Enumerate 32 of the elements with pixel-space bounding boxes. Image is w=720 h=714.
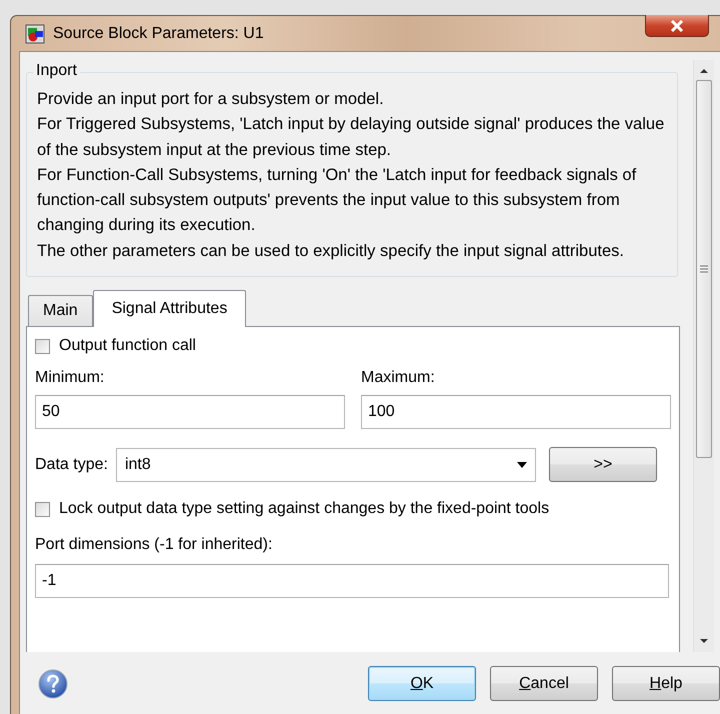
field-label: Minimum: [35, 369, 106, 388]
dialog-button[interactable]: Help [612, 666, 720, 701]
field-label: Port dimensions (-1 for inherited): [35, 536, 274, 554]
description-text: The other parameters can be used to explicitly specify the input signal attributes. [37, 240, 625, 262]
caret-icon [516, 462, 527, 468]
scrollbar[interactable] [693, 60, 714, 652]
tab[interactable]: Signal Attributes [92, 290, 246, 328]
help-icon[interactable] [38, 668, 68, 698]
group-title: Inport [33, 62, 80, 80]
field-label: Data type: [35, 456, 108, 474]
description-text: For Function-Call Subsystems, turning 'On' the 'Latch input for feedback signals of function-call subsystem outputs' prevents the input value to this subsystem from changing during its execution. [37, 164, 638, 236]
checkbox[interactable] [35, 502, 50, 517]
description-text: For Triggered Subsystems, 'Latch input by delaying outside signal' produces the value of the subsystem input at the previous time step. [37, 114, 666, 161]
scroll-thumb[interactable] [696, 80, 712, 458]
description-text: Provide an input port for a subsystem or model. [37, 89, 385, 110]
dropdown-value: int8 [124, 456, 151, 474]
maximum-field[interactable]: 100 [361, 395, 671, 430]
dialog-button[interactable]: Cancel [490, 666, 598, 701]
tab[interactable]: Main [28, 295, 93, 326]
close-icon [670, 20, 684, 32]
port-dimensions-field[interactable]: -1 [35, 564, 669, 598]
block-parameters-icon [25, 24, 45, 44]
minimum-field[interactable]: 50 [35, 395, 345, 430]
checkbox[interactable] [35, 338, 50, 354]
window-title: Source Block Parameters: U1 [53, 24, 264, 42]
checkbox-label: Output function call [59, 337, 196, 356]
data-type-dropdown[interactable]: int8 [116, 448, 536, 482]
field-label: Maximum: [361, 369, 436, 388]
dialog-button[interactable]: OK [368, 666, 476, 701]
checkbox-label: Lock output data type setting against changes by the fixed-point tools [59, 500, 550, 518]
close-button[interactable] [645, 15, 709, 37]
data-type-assistant-button[interactable]: >> [548, 447, 657, 482]
